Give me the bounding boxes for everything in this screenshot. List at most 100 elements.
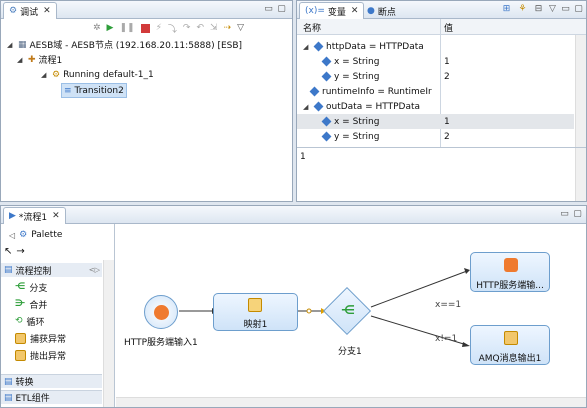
tree-node-domain[interactable]: ◢ ▦ AESB域 - AESB节点 (192.168.20.11:5888) … <box>7 37 242 52</box>
palette-scrollbar[interactable] <box>103 260 114 407</box>
resume-icon[interactable]: ▶ <box>107 23 114 33</box>
palette-icon: ⚙ <box>19 230 28 240</box>
variable-row-selected[interactable]: x = String 1 <box>297 114 574 129</box>
tab-debug-label: 调试 <box>20 7 39 18</box>
use-step-filters-icon[interactable]: ⇢ <box>224 23 232 33</box>
palette-title: Palette <box>31 230 63 240</box>
palette-item-catch[interactable]: 捕获异常 <box>15 331 66 345</box>
step-over-icon[interactable]: ↷ <box>183 23 191 33</box>
section-icon: ▤ <box>4 265 13 275</box>
palette-group-transform[interactable]: ▤ 转换 <box>1 374 102 388</box>
col-name-header[interactable]: 名称 <box>303 21 321 34</box>
variable-row[interactable]: y = String 2 <box>297 129 574 144</box>
connection-tool-icon[interactable]: → <box>16 246 24 257</box>
variables-tabbar: (x)= 变量 ✕ ● 断点 ⊞ ⚘ ⊟ ▽ ▭ ▢ <box>297 1 586 19</box>
select-tool-icon[interactable]: ↖ <box>4 246 12 257</box>
variable-name-cell: x = String <box>321 116 380 127</box>
minimize-icon[interactable]: ▭ <box>560 4 571 15</box>
variable-row[interactable]: ◢ httpData = HTTPData <box>297 39 574 54</box>
palette-item-loop[interactable]: ⟲ 循环 <box>15 314 45 328</box>
variable-name-cell: y = String <box>321 72 379 82</box>
tree-node-running[interactable]: ◢ ⚙ Running default-1_1 <box>41 67 154 82</box>
show-type-names-icon[interactable]: ⊞ <box>501 4 512 15</box>
process-editor: ▶ *流程1 ✕ ▭ ▢ ◁ ⚙ Palette ↖ → ▤ 流程控制 <▷ ⋲… <box>0 205 587 408</box>
skip-breakpoints-icon[interactable]: ✲ <box>93 23 101 33</box>
palette-item-branch[interactable]: ⋲ 分支 <box>15 280 47 294</box>
variables-view: (x)= 变量 ✕ ● 断点 ⊞ ⚘ ⊟ ▽ ▭ ▢ 名称 值 ◢ httpDa… <box>296 0 587 202</box>
palette-group-label: ETL组件 <box>15 394 50 404</box>
tree-node-transition[interactable]: ≡ Transition2 <box>61 83 127 98</box>
minimize-icon[interactable]: ▭ <box>559 209 570 220</box>
close-icon[interactable]: ✕ <box>52 211 60 221</box>
variable-name: x = String <box>334 116 380 127</box>
show-logical-structure-icon[interactable]: ⚘ <box>517 4 528 15</box>
variable-value: 1 <box>444 56 450 67</box>
tab-variables[interactable]: (x)= 变量 ✕ <box>299 2 365 19</box>
terminate-icon[interactable] <box>140 23 150 33</box>
maximize-icon[interactable]: ▢ <box>573 4 584 15</box>
node-map[interactable]: 映射1 <box>213 293 298 331</box>
palette-group-label: 转换 <box>15 378 34 388</box>
maximize-icon[interactable]: ▢ <box>572 209 583 220</box>
diagram-canvas[interactable]: HTTP服务端输入1 映射1 ⋲ 分支1 x==1 x!=1 HTTP服务端输.… <box>116 224 586 397</box>
variable-row[interactable]: ◢ outData = HTTPData <box>297 99 574 114</box>
canvas-hscrollbar[interactable] <box>116 397 586 407</box>
tab-breakpoints[interactable]: ● 断点 <box>361 2 402 19</box>
view-menu-icon[interactable]: ▽ <box>547 4 558 15</box>
expand-icon[interactable]: ◢ <box>303 103 311 111</box>
step-into-icon[interactable]: ⤵ <box>168 22 177 35</box>
maximize-icon[interactable]: ▢ <box>276 4 287 15</box>
thread-icon: ⚙ <box>52 69 61 80</box>
detail-pane[interactable]: 1 <box>297 147 586 201</box>
step-return-icon[interactable]: ↶ <box>196 23 204 33</box>
variable-row[interactable]: y = String 2 <box>297 69 574 84</box>
variables-scrollbar[interactable] <box>575 35 586 147</box>
group-icon: ▤ <box>4 392 13 403</box>
detail-text: 1 <box>300 152 306 162</box>
detail-scrollbar[interactable] <box>575 148 586 201</box>
palette-group-etl[interactable]: ▤ ETL组件 <box>1 390 102 404</box>
suspend-icon[interactable]: ❚❚ <box>119 23 134 33</box>
variable-icon <box>321 131 332 142</box>
node-http-output[interactable]: HTTP服务端输... <box>470 252 550 292</box>
collapse-section-icon[interactable]: <▷ <box>89 266 100 274</box>
disconnect-icon[interactable]: ⚡ <box>156 23 162 33</box>
collapse-palette-icon[interactable]: ◁ <box>9 231 15 240</box>
expand-icon[interactable]: ◢ <box>303 43 311 51</box>
collapse-all-icon[interactable]: ⊟ <box>533 4 544 15</box>
node-label-amq: AMQ消息输出1 <box>478 354 542 364</box>
variable-value: 1 <box>444 116 450 127</box>
palette-item-merge[interactable]: ⋺ 合并 <box>15 297 47 311</box>
tab-debug[interactable]: ⚙ 调试 ✕ <box>3 2 57 19</box>
server-icon: ▦ <box>18 39 27 50</box>
tree-node-process[interactable]: ◢ ✚ 流程1 <box>17 52 62 67</box>
node-http-input[interactable] <box>144 295 178 329</box>
editor-tabbar: ▶ *流程1 ✕ ▭ ▢ <box>1 206 586 224</box>
variable-icon <box>321 56 332 67</box>
arrow-head <box>462 342 470 347</box>
edge-label-top: x==1 <box>435 300 462 310</box>
close-icon[interactable]: ✕ <box>43 6 51 16</box>
node-amq-output[interactable]: AMQ消息输出1 <box>470 325 550 365</box>
variable-row[interactable]: runtimeInfo = RuntimeIr <box>297 84 574 99</box>
node-label-branch: 分支1 <box>338 347 362 357</box>
close-icon[interactable]: ✕ <box>351 6 359 16</box>
tab-process-label: *流程1 <box>18 212 48 223</box>
variable-row[interactable]: x = String 1 <box>297 54 574 69</box>
drop-frame-icon[interactable]: ⇲ <box>210 23 218 33</box>
merge-icon: ⋺ <box>15 299 26 309</box>
expand-icon[interactable]: ◢ <box>7 41 15 49</box>
variable-icon <box>321 116 332 127</box>
tab-process[interactable]: ▶ *流程1 ✕ <box>3 207 66 224</box>
palette-section-header[interactable]: ▤ 流程控制 <▷ <box>1 263 102 277</box>
palette: ◁ ⚙ Palette ↖ → ▤ 流程控制 <▷ ⋲ 分支 ⋺ 合并 ⟲ 循环… <box>1 224 115 407</box>
loop-icon: ⟲ <box>15 316 23 326</box>
palette-item-throw[interactable]: 抛出异常 <box>15 348 66 362</box>
minimize-icon[interactable]: ▭ <box>263 4 274 15</box>
col-value-header[interactable]: 值 <box>444 21 453 34</box>
variable-name: x = String <box>334 56 380 67</box>
tree-label: Running default-1_1 <box>63 69 154 80</box>
view-menu-icon[interactable]: ▽ <box>237 23 244 33</box>
expand-icon[interactable]: ◢ <box>17 56 25 64</box>
expand-icon[interactable]: ◢ <box>41 71 49 79</box>
